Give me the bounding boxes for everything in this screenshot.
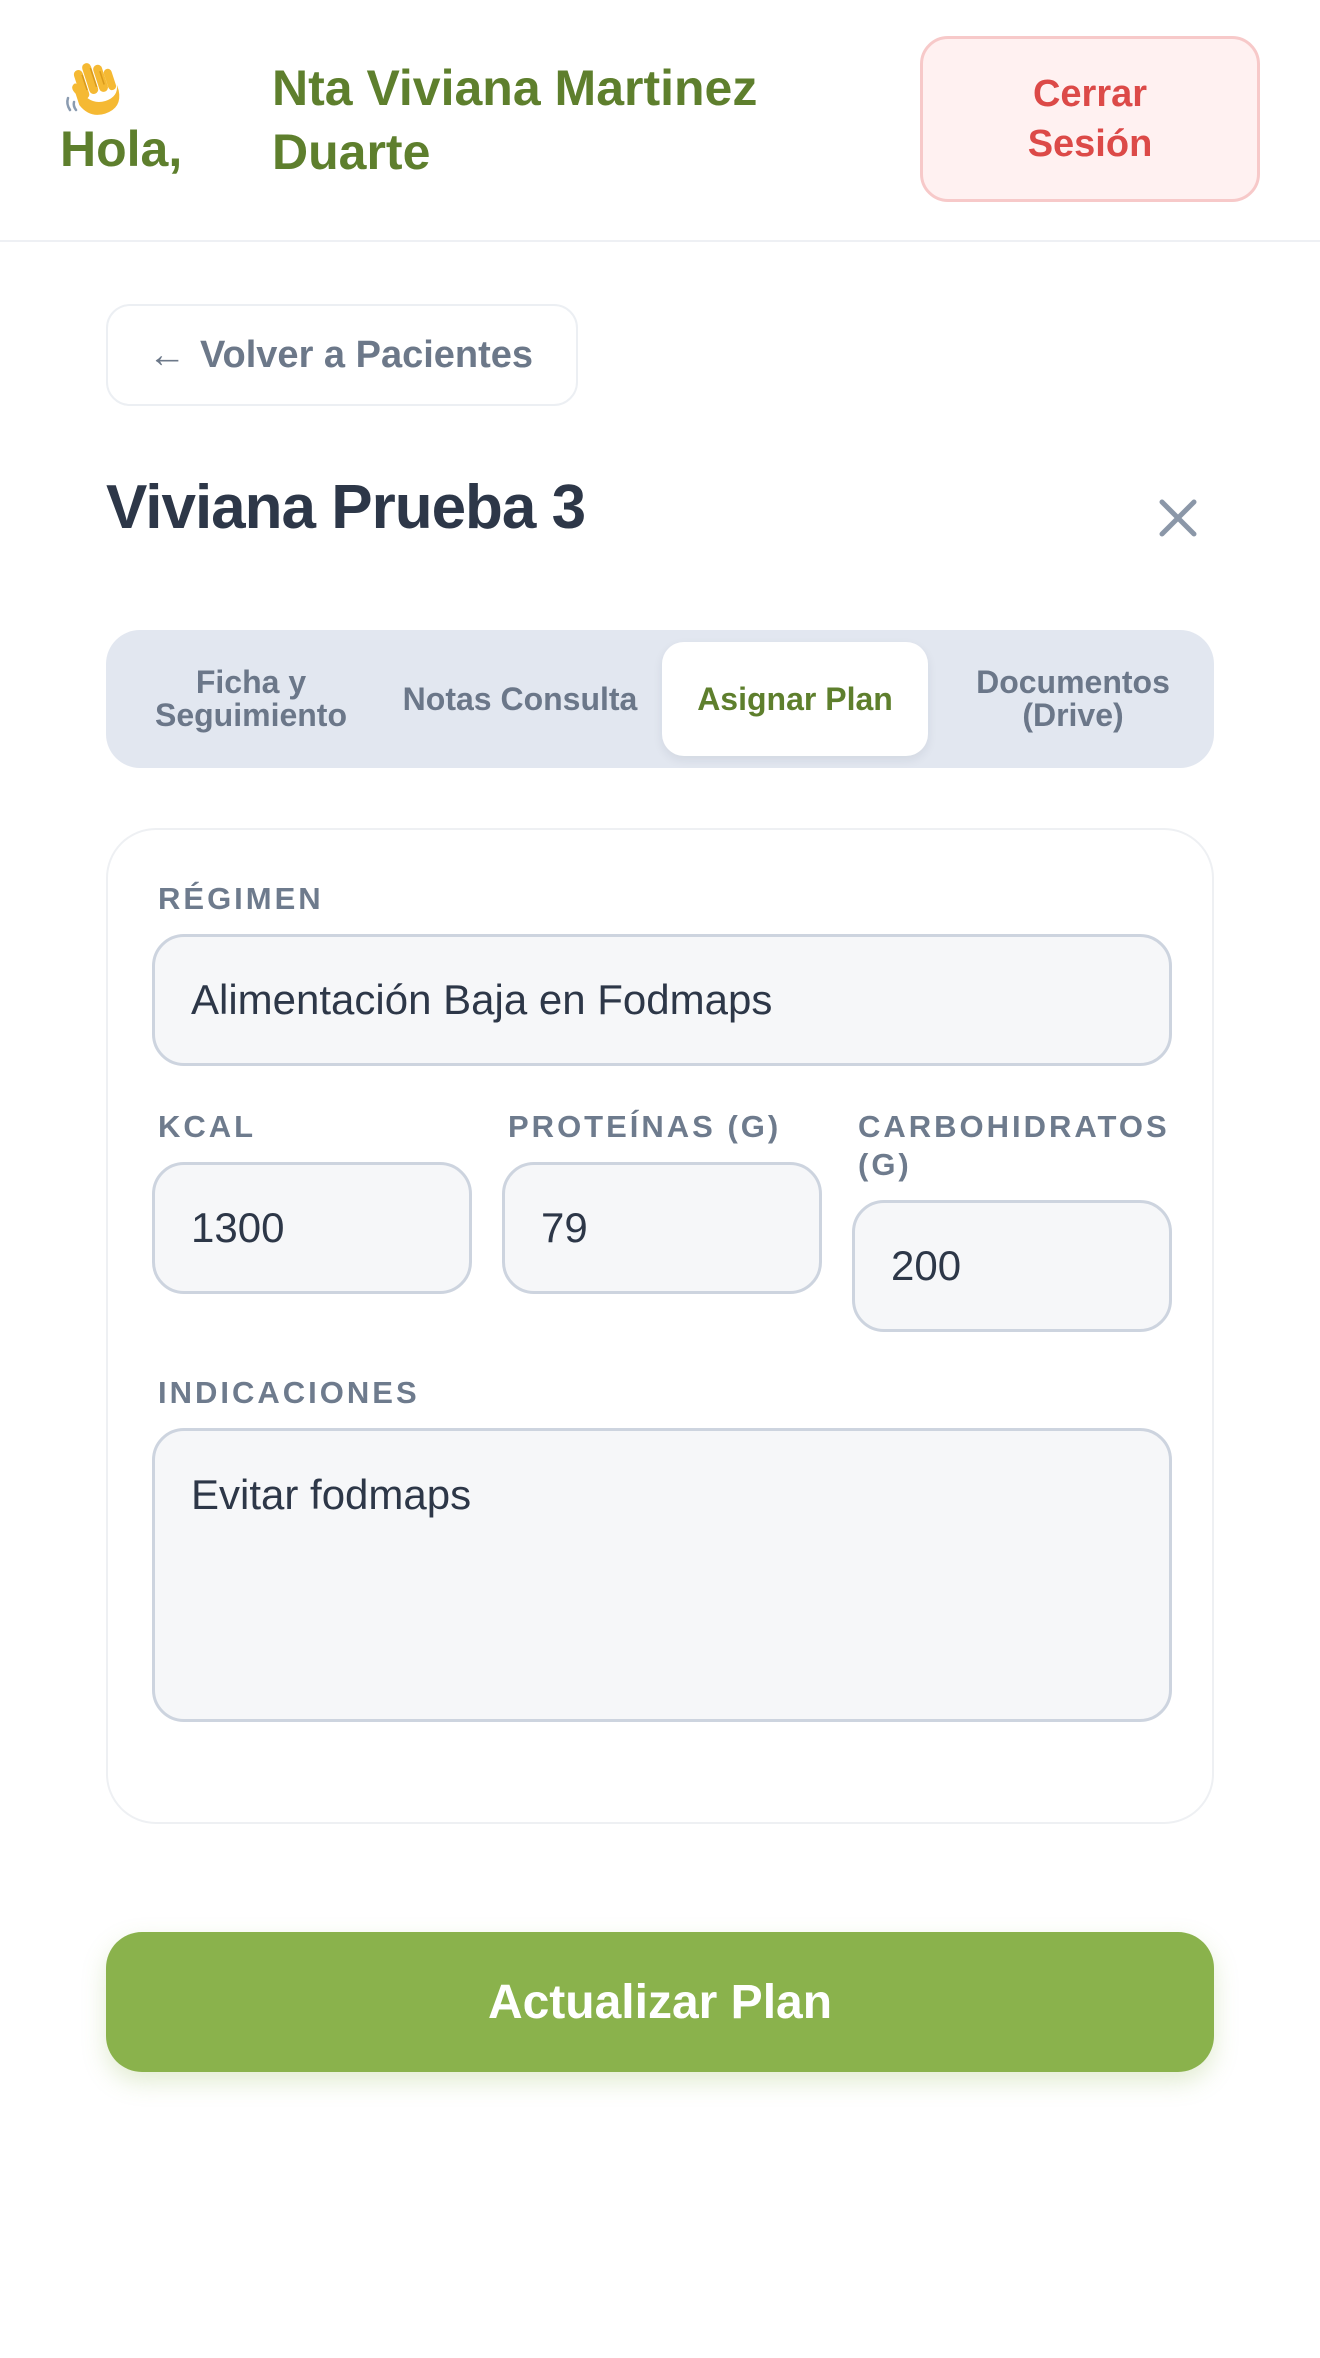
patient-name-title: Viviana Prueba 3 bbox=[106, 473, 586, 542]
update-plan-button[interactable]: Actualizar Plan bbox=[106, 1932, 1214, 2072]
regimen-field[interactable]: Alimentación Baja en Fodmaps bbox=[152, 934, 1172, 1066]
proteinas-label: PROTEÍNAS (G) bbox=[508, 1109, 782, 1144]
waving-hand-icon bbox=[62, 58, 126, 122]
proteinas-field[interactable]: 79 bbox=[502, 1162, 822, 1294]
tab-asignar-plan[interactable]: Asignar Plan bbox=[662, 642, 928, 756]
back-to-patients-button[interactable]: ← Volver a Pacientes bbox=[106, 304, 578, 406]
greeting-text: Hola, bbox=[60, 121, 183, 177]
app-header: Hola, Nta Viviana Martinez Duarte Cerrar… bbox=[0, 0, 1320, 242]
patient-tabs: Ficha y Seguimiento Notas Consulta Asign… bbox=[106, 630, 1214, 768]
indicaciones-label: INDICACIONES bbox=[158, 1375, 420, 1410]
indicaciones-textarea[interactable]: Evitar fodmaps bbox=[152, 1428, 1172, 1722]
logout-button[interactable]: Cerrar Sesión bbox=[920, 36, 1260, 202]
tab-documentos-drive[interactable]: Documentos (Drive) bbox=[946, 642, 1200, 756]
plan-form-card: RÉGIMEN Alimentación Baja en Fodmaps KCA… bbox=[106, 828, 1214, 1824]
arrow-left-icon: ← bbox=[148, 333, 186, 376]
close-icon[interactable] bbox=[1150, 490, 1206, 546]
user-name: Nta Viviana Martinez Duarte bbox=[272, 60, 758, 180]
tab-notas-consulta[interactable]: Notas Consulta bbox=[386, 642, 654, 756]
tab-ficha-seguimiento[interactable]: Ficha y Seguimiento bbox=[120, 642, 382, 756]
regimen-label: RÉGIMEN bbox=[158, 881, 324, 916]
back-button-label: Volver a Pacientes bbox=[200, 333, 534, 376]
kcal-field[interactable]: 1300 bbox=[152, 1162, 472, 1294]
carbohidratos-field[interactable]: 200 bbox=[852, 1200, 1172, 1332]
kcal-label: KCAL bbox=[158, 1109, 257, 1144]
carbohidratos-label: CARBOHIDRATOS (G) bbox=[858, 1109, 1170, 1182]
